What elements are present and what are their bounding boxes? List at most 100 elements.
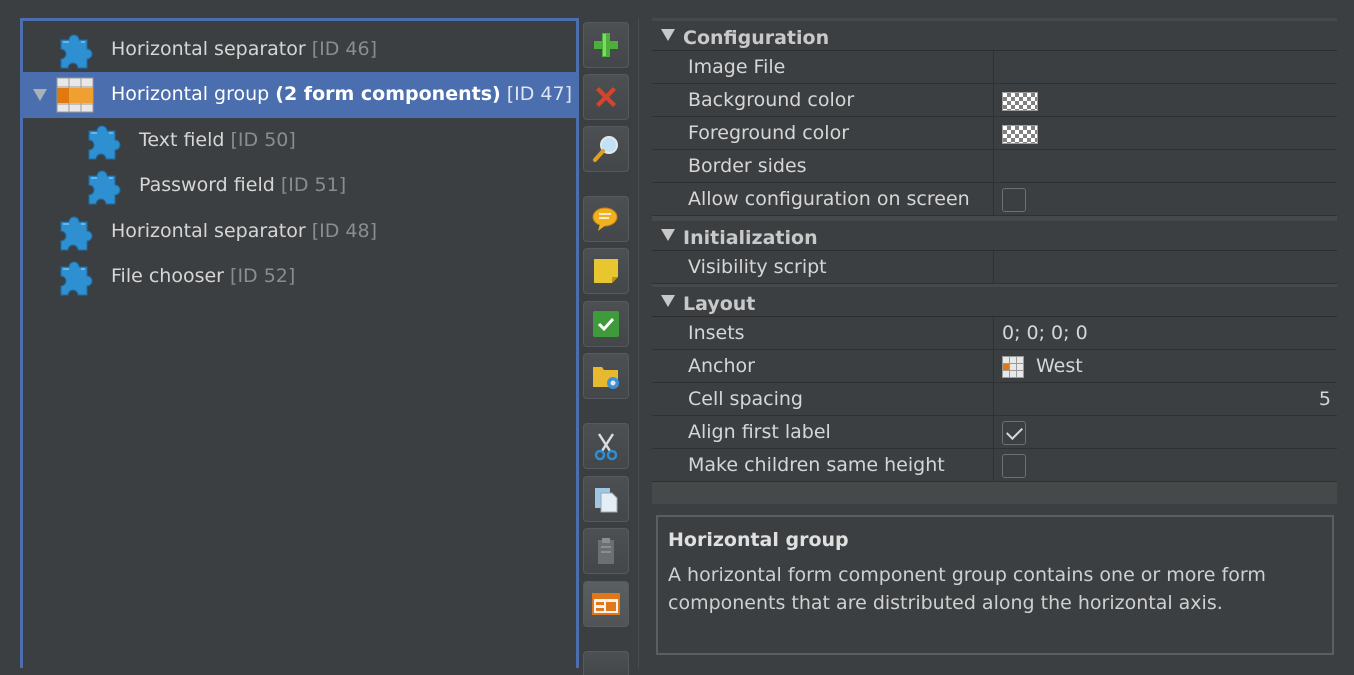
add-button[interactable] <box>583 22 629 68</box>
tree-item-horizontal-separator-46[interactable]: Horizontal separator [ID 46] <box>23 27 576 73</box>
tree-item-label: File chooser [ID 52] <box>111 265 296 287</box>
property-name: Border sides <box>678 150 994 182</box>
note-button[interactable] <box>583 248 629 294</box>
property-row-background-color[interactable]: Background color <box>652 84 1337 117</box>
row-gutter <box>652 383 678 415</box>
find-button[interactable] <box>583 126 629 172</box>
anchor-grid-icon <box>1002 356 1024 378</box>
property-name: Visibility script <box>678 251 994 283</box>
cut-button[interactable] <box>583 423 629 469</box>
category-layout[interactable]: Layout <box>652 287 1337 317</box>
transparent-color-swatch[interactable] <box>1002 125 1038 144</box>
form-component-icon <box>53 257 97 297</box>
add-icon <box>594 33 618 57</box>
tree-item-file-chooser-52[interactable]: File chooser [ID 52] <box>23 254 576 300</box>
collapse-arrow-icon[interactable] <box>661 229 675 241</box>
category-configuration[interactable]: Configuration <box>652 21 1337 51</box>
row-gutter <box>652 51 678 83</box>
property-value[interactable] <box>994 251 1337 283</box>
comment-button[interactable] <box>583 196 629 242</box>
property-value[interactable] <box>994 51 1337 83</box>
property-name: Cell spacing <box>678 383 994 415</box>
property-name: Foreground color <box>678 117 994 149</box>
check-icon <box>593 311 619 337</box>
property-row-foreground-color[interactable]: Foreground color <box>652 117 1337 150</box>
property-row-visibility-script[interactable]: Visibility script <box>652 251 1337 284</box>
property-value[interactable]: West <box>994 350 1337 382</box>
horizontal-group-icon <box>56 77 94 113</box>
delete-button[interactable] <box>583 74 629 120</box>
anchor-value: West <box>1036 355 1083 377</box>
property-name: Anchor <box>678 350 994 382</box>
property-row-anchor[interactable]: Anchor West <box>652 350 1337 383</box>
property-value <box>994 416 1337 448</box>
paste-button[interactable] <box>583 528 629 574</box>
tree-item-label: Horizontal separator [ID 48] <box>111 220 378 242</box>
allow-configuration-checkbox[interactable] <box>1002 188 1026 212</box>
tree-item-label: Password field [ID 51] <box>139 174 347 196</box>
property-value[interactable]: 0; 0; 0; 0 <box>994 317 1337 349</box>
cut-icon <box>594 433 618 461</box>
form-component-icon <box>53 212 97 252</box>
property-row-allow-configuration-on-screen[interactable]: Allow configuration on screen <box>652 183 1337 216</box>
collapse-arrow-icon[interactable] <box>661 295 675 307</box>
validate-button[interactable] <box>583 301 629 347</box>
expand-arrow-icon[interactable] <box>33 89 47 101</box>
paste-icon <box>598 538 614 564</box>
collapse-arrow-icon[interactable] <box>661 29 675 41</box>
folder-settings-button[interactable] <box>583 353 629 399</box>
property-row-cell-spacing[interactable]: Cell spacing 5 <box>652 383 1337 416</box>
category-label: Configuration <box>683 27 830 49</box>
tree-item-password-field-51[interactable]: Password field [ID 51] <box>23 163 576 209</box>
form-component-icon <box>81 121 125 161</box>
note-icon <box>594 259 618 283</box>
description-title: Horizontal group <box>668 529 849 551</box>
row-gutter <box>652 150 678 182</box>
align-first-label-checkbox[interactable] <box>1002 421 1026 445</box>
tree-item-label: Horizontal group (2 form components) [ID… <box>111 83 573 105</box>
property-name: Allow configuration on screen <box>678 183 994 215</box>
comment-icon <box>592 207 618 231</box>
tree-item-horizontal-group-47[interactable]: Horizontal group (2 form components) [ID… <box>23 72 576 118</box>
tree-item-label: Text field [ID 50] <box>139 129 296 151</box>
row-gutter <box>652 183 678 215</box>
tree-item-text-field-50[interactable]: Text field [ID 50] <box>23 118 576 164</box>
property-value[interactable] <box>994 150 1337 182</box>
delete-icon <box>596 87 616 107</box>
property-row-insets[interactable]: Insets 0; 0; 0; 0 <box>652 317 1337 350</box>
component-tree[interactable]: Horizontal separator [ID 46] Horizontal … <box>20 18 579 668</box>
category-initialization[interactable]: Initialization <box>652 221 1337 251</box>
copy-icon <box>595 488 618 513</box>
property-value[interactable] <box>994 117 1337 149</box>
row-gutter <box>652 449 678 481</box>
category-label: Layout <box>683 293 756 315</box>
property-name: Make children same height <box>678 449 994 481</box>
property-row-make-children-same-height[interactable]: Make children same height <box>652 449 1337 482</box>
search-icon <box>593 136 618 162</box>
property-value <box>994 183 1337 215</box>
property-value[interactable] <box>994 84 1337 116</box>
property-sheet: Configuration Image File Background colo… <box>652 18 1337 504</box>
description-panel: Horizontal group A horizontal form compo… <box>656 515 1334 655</box>
property-value[interactable]: 5 <box>994 383 1337 415</box>
property-value <box>994 449 1337 481</box>
tree-item-horizontal-separator-48[interactable]: Horizontal separator [ID 48] <box>23 209 576 255</box>
description-text: A horizontal form component group contai… <box>668 564 1266 614</box>
property-row-border-sides[interactable]: Border sides <box>652 150 1337 183</box>
make-children-same-height-checkbox[interactable] <box>1002 454 1026 478</box>
transparent-color-swatch[interactable] <box>1002 92 1038 111</box>
more-button[interactable] <box>583 651 629 675</box>
copy-button[interactable] <box>583 476 629 522</box>
row-gutter <box>652 317 678 349</box>
property-name: Insets <box>678 317 994 349</box>
form-layout-button[interactable] <box>583 581 629 627</box>
row-gutter <box>652 84 678 116</box>
form-component-icon <box>53 30 97 70</box>
row-gutter <box>652 117 678 149</box>
property-row-align-first-label[interactable]: Align first label <box>652 416 1337 449</box>
property-row-image-file[interactable]: Image File <box>652 51 1337 84</box>
row-gutter <box>652 416 678 448</box>
row-gutter <box>652 251 678 283</box>
property-name: Align first label <box>678 416 994 448</box>
toolbar-divider <box>638 18 639 668</box>
